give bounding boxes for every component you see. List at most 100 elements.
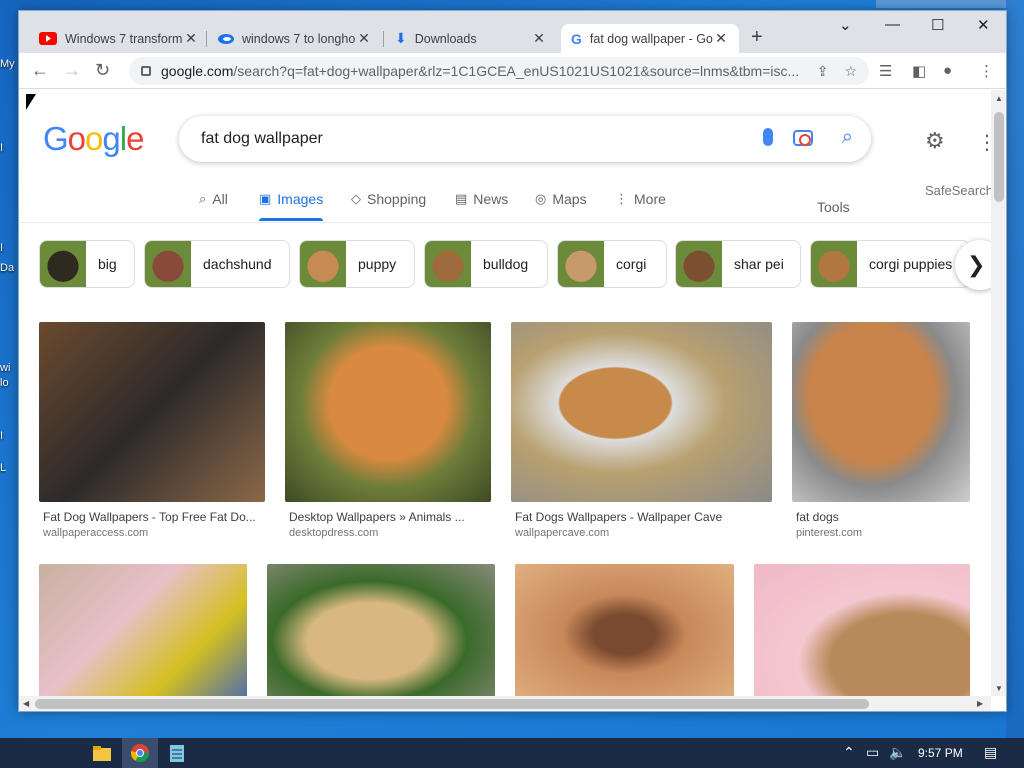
close-window-icon[interactable]: ✕ — [977, 16, 990, 34]
chip-thumbnail — [676, 241, 722, 287]
bookmark-star-icon[interactable]: ☆ — [844, 63, 857, 80]
search-nav-tabs: ⌕ All ▣ Images ◇ Shopping ▤ News ◎ Maps ⋮ More… — [19, 185, 991, 223]
related-chip[interactable]: shar pei — [675, 240, 801, 288]
related-chip[interactable]: puppy — [299, 240, 415, 288]
profile-icon[interactable]: ● — [943, 62, 952, 79]
tab-label: Maps — [552, 191, 587, 207]
camera-icon[interactable] — [793, 130, 813, 146]
address-bar[interactable]: google.com/search?q=fat+dog+wallpaper&rl… — [129, 57, 869, 85]
tab-maps[interactable]: ◎ Maps — [535, 191, 587, 207]
network-icon[interactable]: ▭ — [866, 744, 879, 761]
related-chip[interactable]: dachshund — [144, 240, 290, 288]
result-caption[interactable]: fat dogs — [792, 510, 970, 524]
taskbar-clock[interactable]: 9:57 PM — [918, 746, 963, 760]
minimize-icon[interactable]: — — [885, 16, 900, 33]
image-result[interactable]: Fat Dogs Wallpapers - Wallpaper Cave wall… — [511, 322, 772, 539]
tab-downloads[interactable]: ⬇ Downloads ✕ — [385, 24, 557, 53]
maximize-icon[interactable]: ☐ — [931, 16, 944, 34]
desktop-icon-label[interactable]: wi — [0, 362, 18, 374]
result-source[interactable]: wallpapercave.com — [511, 527, 772, 539]
image-result[interactable] — [267, 564, 495, 696]
volume-icon[interactable]: 🔈 — [889, 744, 906, 761]
search-icon: ⌕ — [199, 191, 207, 206]
scroll-left-icon[interactable]: ◀ — [23, 699, 29, 708]
result-thumbnail[interactable] — [754, 564, 970, 696]
tab-search-icon[interactable]: ⌄ — [839, 16, 852, 34]
image-result[interactable] — [754, 564, 970, 696]
related-chip[interactable]: big — [39, 240, 135, 288]
desktop-icon-label[interactable]: My — [0, 58, 18, 70]
tab-images[interactable]: ▣ Images — [259, 191, 324, 221]
result-caption[interactable]: Fat Dogs Wallpapers - Wallpaper Cave — [511, 510, 772, 524]
result-source[interactable]: pinterest.com — [792, 527, 970, 539]
scroll-right-icon[interactable]: ▶ — [977, 699, 983, 708]
result-thumbnail[interactable] — [39, 322, 265, 502]
search-icon[interactable]: ⌕ — [842, 126, 853, 149]
result-thumbnail[interactable] — [39, 564, 247, 696]
result-thumbnail[interactable] — [267, 564, 495, 696]
close-icon[interactable]: ✕ — [531, 30, 547, 47]
result-caption[interactable]: Fat Dog Wallpapers - Top Free Fat Do... — [39, 510, 265, 524]
scroll-up-icon[interactable]: ▲ — [995, 94, 1003, 103]
image-result[interactable]: fat dogs pinterest.com — [792, 322, 970, 539]
tab-all[interactable]: ⌕ All — [199, 191, 228, 207]
desktop-icon-label[interactable]: I — [0, 242, 18, 254]
tab-news[interactable]: ▤ News — [455, 191, 508, 207]
chip-label: puppy — [358, 256, 397, 272]
image-result[interactable]: Desktop Wallpapers » Animals ... desktopd… — [285, 322, 491, 539]
reload-icon[interactable]: ↻ — [95, 60, 110, 81]
tab-longhorn[interactable]: windows 7 to longhorn ✕ — [208, 24, 382, 53]
close-icon[interactable]: ✕ — [713, 30, 729, 47]
side-panel-icon[interactable]: ◧ — [912, 62, 926, 80]
back-icon[interactable]: ← — [31, 60, 49, 81]
related-chip[interactable]: corgi puppies — [810, 240, 970, 288]
desktop-icon-label[interactable]: L — [0, 462, 18, 474]
desktop-icon-label[interactable]: I — [0, 142, 18, 154]
horizontal-scrollbar[interactable]: ◀ ▶ — [19, 696, 991, 711]
new-tab-button[interactable]: + — [751, 26, 763, 49]
notepad-icon[interactable] — [167, 743, 187, 763]
image-result[interactable]: Fat Dog Wallpapers - Top Free Fat Do... w… — [39, 322, 265, 539]
related-chip[interactable]: corgi — [557, 240, 667, 288]
result-thumbnail[interactable] — [515, 564, 734, 696]
scroll-down-icon[interactable]: ▼ — [995, 684, 1003, 693]
result-source[interactable]: desktopdress.com — [285, 527, 491, 539]
apps-grid-icon[interactable]: ⋮⋮ — [977, 130, 991, 155]
chip-label: bulldog — [483, 256, 529, 272]
menu-icon[interactable]: ⋮ — [979, 62, 994, 80]
result-thumbnail[interactable] — [792, 322, 970, 502]
image-result[interactable] — [515, 564, 734, 696]
related-chip[interactable]: bulldog — [424, 240, 548, 288]
result-source[interactable]: wallpaperaccess.com — [39, 527, 265, 539]
scrollbar-thumb[interactable] — [35, 699, 869, 709]
search-input[interactable]: fat dog wallpaper — [201, 130, 323, 148]
notifications-icon[interactable]: ▤ — [984, 744, 997, 761]
desktop-icon-label[interactable]: Da — [0, 262, 18, 274]
desktop-icon-label[interactable]: lo — [0, 377, 18, 389]
vertical-scrollbar[interactable]: ▲ ▼ — [991, 90, 1006, 696]
tab-google-images[interactable]: G fat dog wallpaper - Goo ✕ — [561, 24, 739, 53]
google-logo[interactable]: Google — [43, 120, 144, 158]
desktop-icon-label[interactable]: I — [0, 430, 18, 442]
tab-more[interactable]: ⋮ More — [615, 191, 666, 207]
tools-button[interactable]: Tools — [817, 199, 850, 215]
tray-chevron-up-icon[interactable]: ⌃ — [843, 744, 855, 761]
gear-icon[interactable]: ⚙ — [925, 128, 945, 154]
chrome-icon[interactable] — [130, 743, 150, 763]
tab-shopping[interactable]: ◇ Shopping — [351, 191, 426, 207]
close-icon[interactable]: ✕ — [183, 30, 199, 47]
result-caption[interactable]: Desktop Wallpapers » Animals ... — [285, 510, 491, 524]
scrollbar-thumb[interactable] — [994, 112, 1004, 202]
result-thumbnail[interactable] — [285, 322, 491, 502]
file-explorer-icon[interactable] — [92, 743, 112, 763]
reading-list-icon[interactable]: ☰ — [879, 62, 892, 80]
share-icon[interactable]: ⇪ — [817, 63, 829, 80]
tab-youtube[interactable]: Windows 7 transform ✕ — [29, 24, 209, 53]
search-box[interactable]: fat dog wallpaper ⌕ — [179, 116, 871, 162]
forward-icon[interactable]: → — [63, 60, 81, 81]
close-icon[interactable]: ✕ — [356, 30, 372, 47]
mic-icon[interactable] — [763, 128, 773, 146]
result-thumbnail[interactable] — [511, 322, 772, 502]
image-result[interactable] — [39, 564, 247, 696]
safesearch-button[interactable]: SafeSearch — [925, 183, 991, 198]
